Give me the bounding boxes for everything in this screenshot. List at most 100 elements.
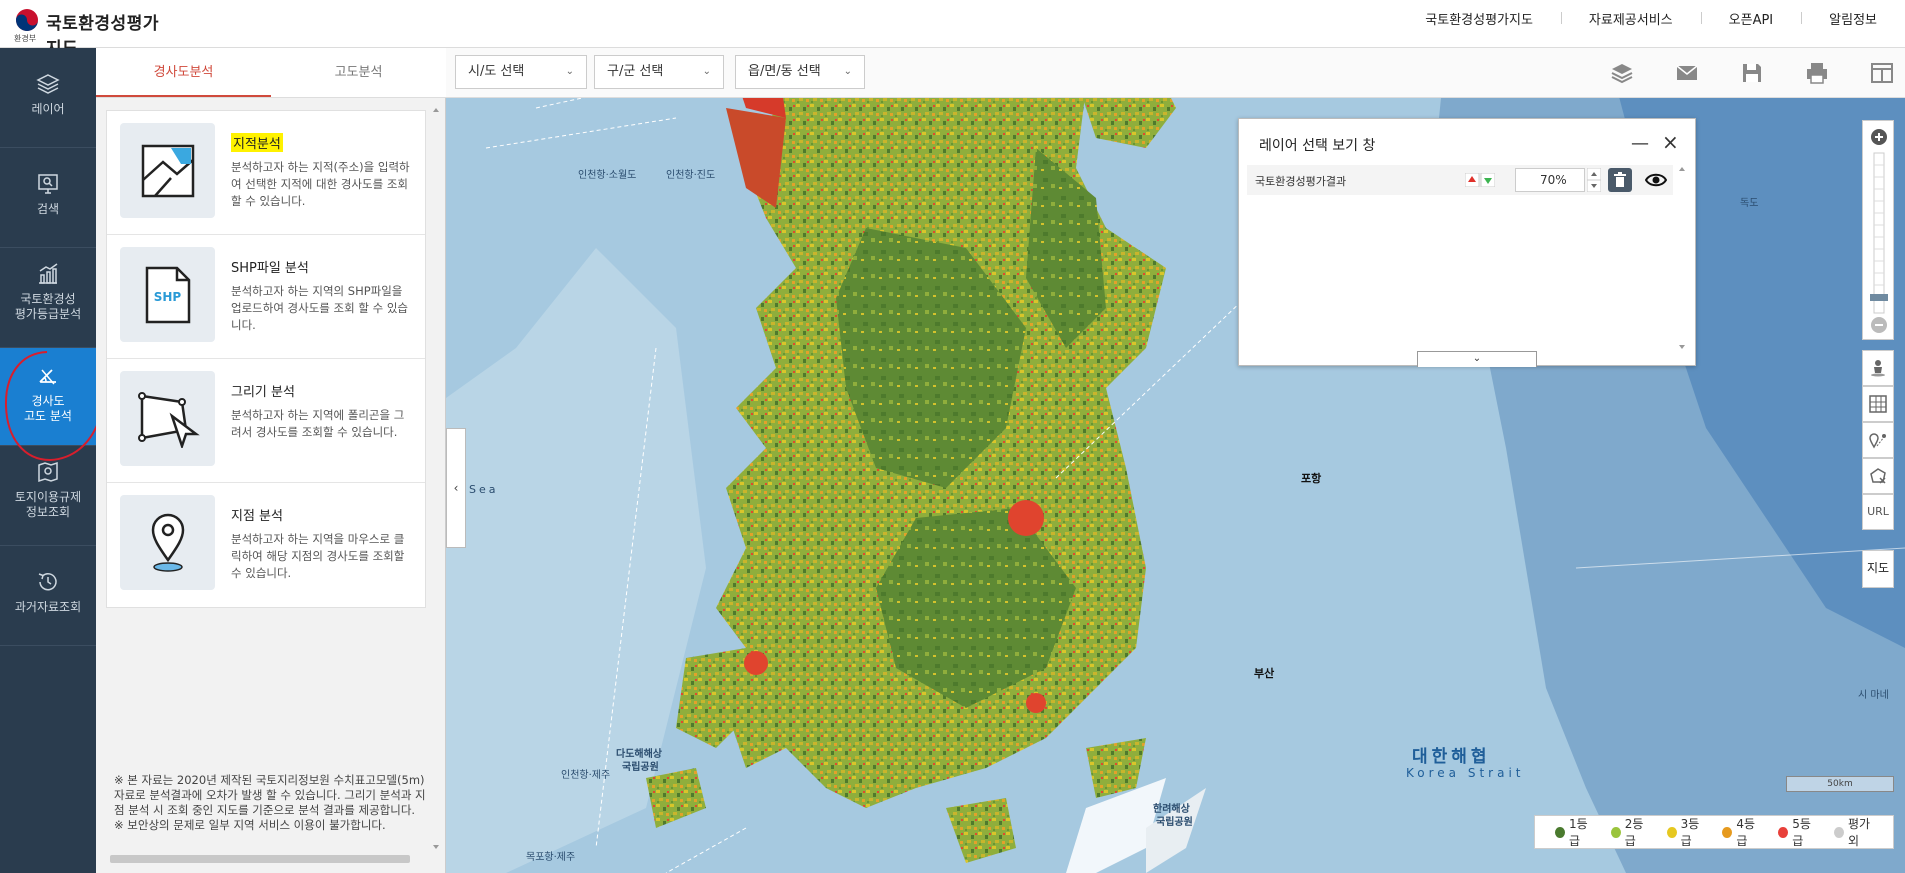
map-label-route-2: 목포항·제주 [526,852,576,863]
chevron-down-icon: ⌄ [843,66,852,77]
opacity-input[interactable]: 70% [1515,168,1585,192]
map-search-icon [38,461,58,483]
card-shp-title: SHP파일 분석 [231,261,309,276]
layer-window-scrollbar[interactable] [1677,165,1687,351]
chevron-down-icon: ⌄ [565,66,574,77]
map-label-busan: 부산 [1254,667,1275,680]
nav-slope-label-1: 경사도 [31,394,65,408]
zoom-control [1862,120,1894,340]
grade-legend: 1등급 2등급 3등급 4등급 5등급 평가외 [1534,815,1894,849]
tab-slope[interactable]: 경사도분석 [96,48,271,97]
legend-dot [1834,826,1845,838]
shp-file-label: SHP [153,289,182,304]
top-navigation: 국토환경성평가지도 자료제공서비스 오픈API 알림정보 [1397,0,1905,36]
cadastral-map-icon [141,144,194,197]
legend-item-grade-3: 3등급 [1666,815,1708,849]
map-label-korea-strait-en: Korea Strait [1406,766,1525,780]
opacity-stepper-icon[interactable] [1587,168,1601,192]
layer-order-arrows-icon[interactable] [1465,173,1495,187]
zoom-slider[interactable] [1863,121,1895,341]
scale-bar-label: 50km [1827,779,1853,789]
map-label-incheon-2: 인천항·진도 [666,170,716,181]
nav-search-label: 검색 [36,202,60,216]
minimize-icon[interactable]: — [1631,133,1649,154]
url-button-label: URL [1867,505,1889,518]
card-shp[interactable]: SHP SHP파일 분석 분석하고자 하는 지역의 SHP파일을 업로드하여 경… [107,235,425,359]
card-point-title: 지점 분석 [231,509,283,524]
nav-history[interactable]: 과거자료조회 [0,546,96,646]
topnav-open-api[interactable]: 오픈API [1700,9,1802,28]
sido-select-value: 시/도 선택 [468,64,525,79]
taegeuk-emblem-icon [16,9,38,31]
chart-icon [39,263,58,284]
ministry-label: 환경부 [14,34,37,43]
area-measure-button[interactable] [1862,458,1894,494]
map-label-korea-strait-ko: 대한해협 [1412,747,1491,767]
layers-icon [36,74,60,94]
map-label-route-1: 인천항·제주 [561,770,611,781]
panel-notice: ※ 본 자료는 2020년 제작된 국토지리정보원 수치표고모델(5m) 자료로… [114,773,432,833]
draw-thumb [120,371,215,466]
analysis-tabs: 경사도분석 고도분석 [96,48,446,98]
layer-view-window: 레이어 선택 보기 창 — × 국토환경성평가결과 70% ⌄ [1238,118,1696,367]
layer-name: 국토환경성평가결과 [1255,175,1347,188]
map-label-pohang: 포항 [1301,472,1322,485]
layers-icon[interactable] [1610,61,1634,85]
grid-button[interactable] [1862,386,1894,422]
map-label-dadohae-2: 국립공원 [622,762,659,773]
card-draw[interactable]: 그리기 분석 분석하고자 하는 지역에 폴리곤을 그려서 경사도를 조회할 수 … [107,359,425,483]
legend-item-grade-1: 1등급 [1555,815,1596,849]
card-cadastral[interactable]: 지적분석 분석하고자 하는 지적(주소)을 입력하여 선택한 지적에 대한 경사… [107,111,425,235]
hscroll-thumb[interactable] [110,855,410,863]
basemap-toggle-button[interactable]: 지도 [1862,550,1894,588]
topnav-data-service[interactable]: 자료제공서비스 [1560,9,1701,28]
url-button[interactable]: URL [1862,494,1894,530]
panel-horizontal-scrollbar[interactable] [96,852,431,866]
streetview-button[interactable] [1862,350,1894,386]
save-icon[interactable] [1740,61,1764,85]
mail-icon[interactable] [1675,61,1699,85]
nav-layer-label: 레이어 [31,102,65,116]
nav-search[interactable]: 검색 [0,148,96,248]
card-point[interactable]: 지점 분석 분석하고자 하는 지역을 마우스로 클릭하여 해당 지점의 경사도를… [107,483,425,607]
nav-slope-analysis[interactable]: 경사도 고도 분석 [0,348,96,446]
eye-icon[interactable] [1645,171,1667,189]
layer-row: 국토환경성평가결과 70% [1247,165,1673,195]
site-logo[interactable]: 환경부 국토환경성평가지도 [12,6,172,59]
card-cadastral-desc: 분석하고자 하는 지적(주소)을 입력하여 선택한 지적에 대한 경사도를 조회… [231,160,410,208]
dong-select[interactable]: 읍/면/동 선택 ⌄ [735,55,865,89]
scale-bar: 50km [1786,776,1894,792]
grid-icon [1869,395,1887,413]
notice-line-1: ※ 본 자료는 2020년 제작된 국토지리정보원 수치표고모델(5m) 자료로… [114,773,426,817]
close-icon[interactable]: × [1662,130,1679,154]
card-point-desc: 분석하고자 하는 지역을 마우스로 클릭하여 해당 지점의 경사도를 조회할 수… [231,532,405,580]
nav-grade-label-1: 국토환경성 [20,292,76,306]
sido-select[interactable]: 시/도 선택 ⌄ [455,55,587,89]
split-view-icon[interactable] [1870,61,1894,85]
legend-item-unrated: 평가외 [1834,815,1878,849]
map-label-tsushima: 시 마네 [1858,690,1889,701]
nav-land-regulation[interactable]: 토지이용규제 정보조회 [0,446,96,546]
tab-altitude[interactable]: 고도분석 [271,48,446,97]
left-navigation: 레이어 검색 국토환경성 평가등급분석 경사도 고도 분석 토지이용규제 정보조… [0,48,96,873]
notice-line-2: ※ 보안상의 문제로 일부 지역 서비스 이용이 불가합니다. [114,818,386,832]
panel-vertical-scrollbar[interactable] [431,106,441,851]
map-label-hallyeo-2: 국립공원 [1156,817,1193,828]
legend-item-grade-4: 4등급 [1722,815,1763,849]
legend-item-grade-5: 5등급 [1778,815,1819,849]
map-pin-icon [151,513,184,572]
topnav-notice[interactable]: 알림정보 [1801,9,1905,28]
point-thumb [120,495,215,590]
shp-thumb: SHP [120,247,215,342]
panel-collapse-button[interactable]: ‹ [446,428,466,548]
nav-layer[interactable]: 레이어 [0,48,96,148]
topnav-eval-map[interactable]: 국토환경성평가지도 [1397,9,1561,28]
nav-grade-analysis[interactable]: 국토환경성 평가등급분석 [0,248,96,348]
legend-dot [1666,826,1677,838]
legend-dot [1722,826,1733,838]
layer-window-collapse-button[interactable]: ⌄ [1417,351,1537,367]
delete-layer-button[interactable] [1608,168,1632,192]
distance-measure-button[interactable] [1862,422,1894,458]
print-icon[interactable] [1805,61,1829,85]
gugun-select[interactable]: 구/군 선택 ⌄ [594,55,724,89]
